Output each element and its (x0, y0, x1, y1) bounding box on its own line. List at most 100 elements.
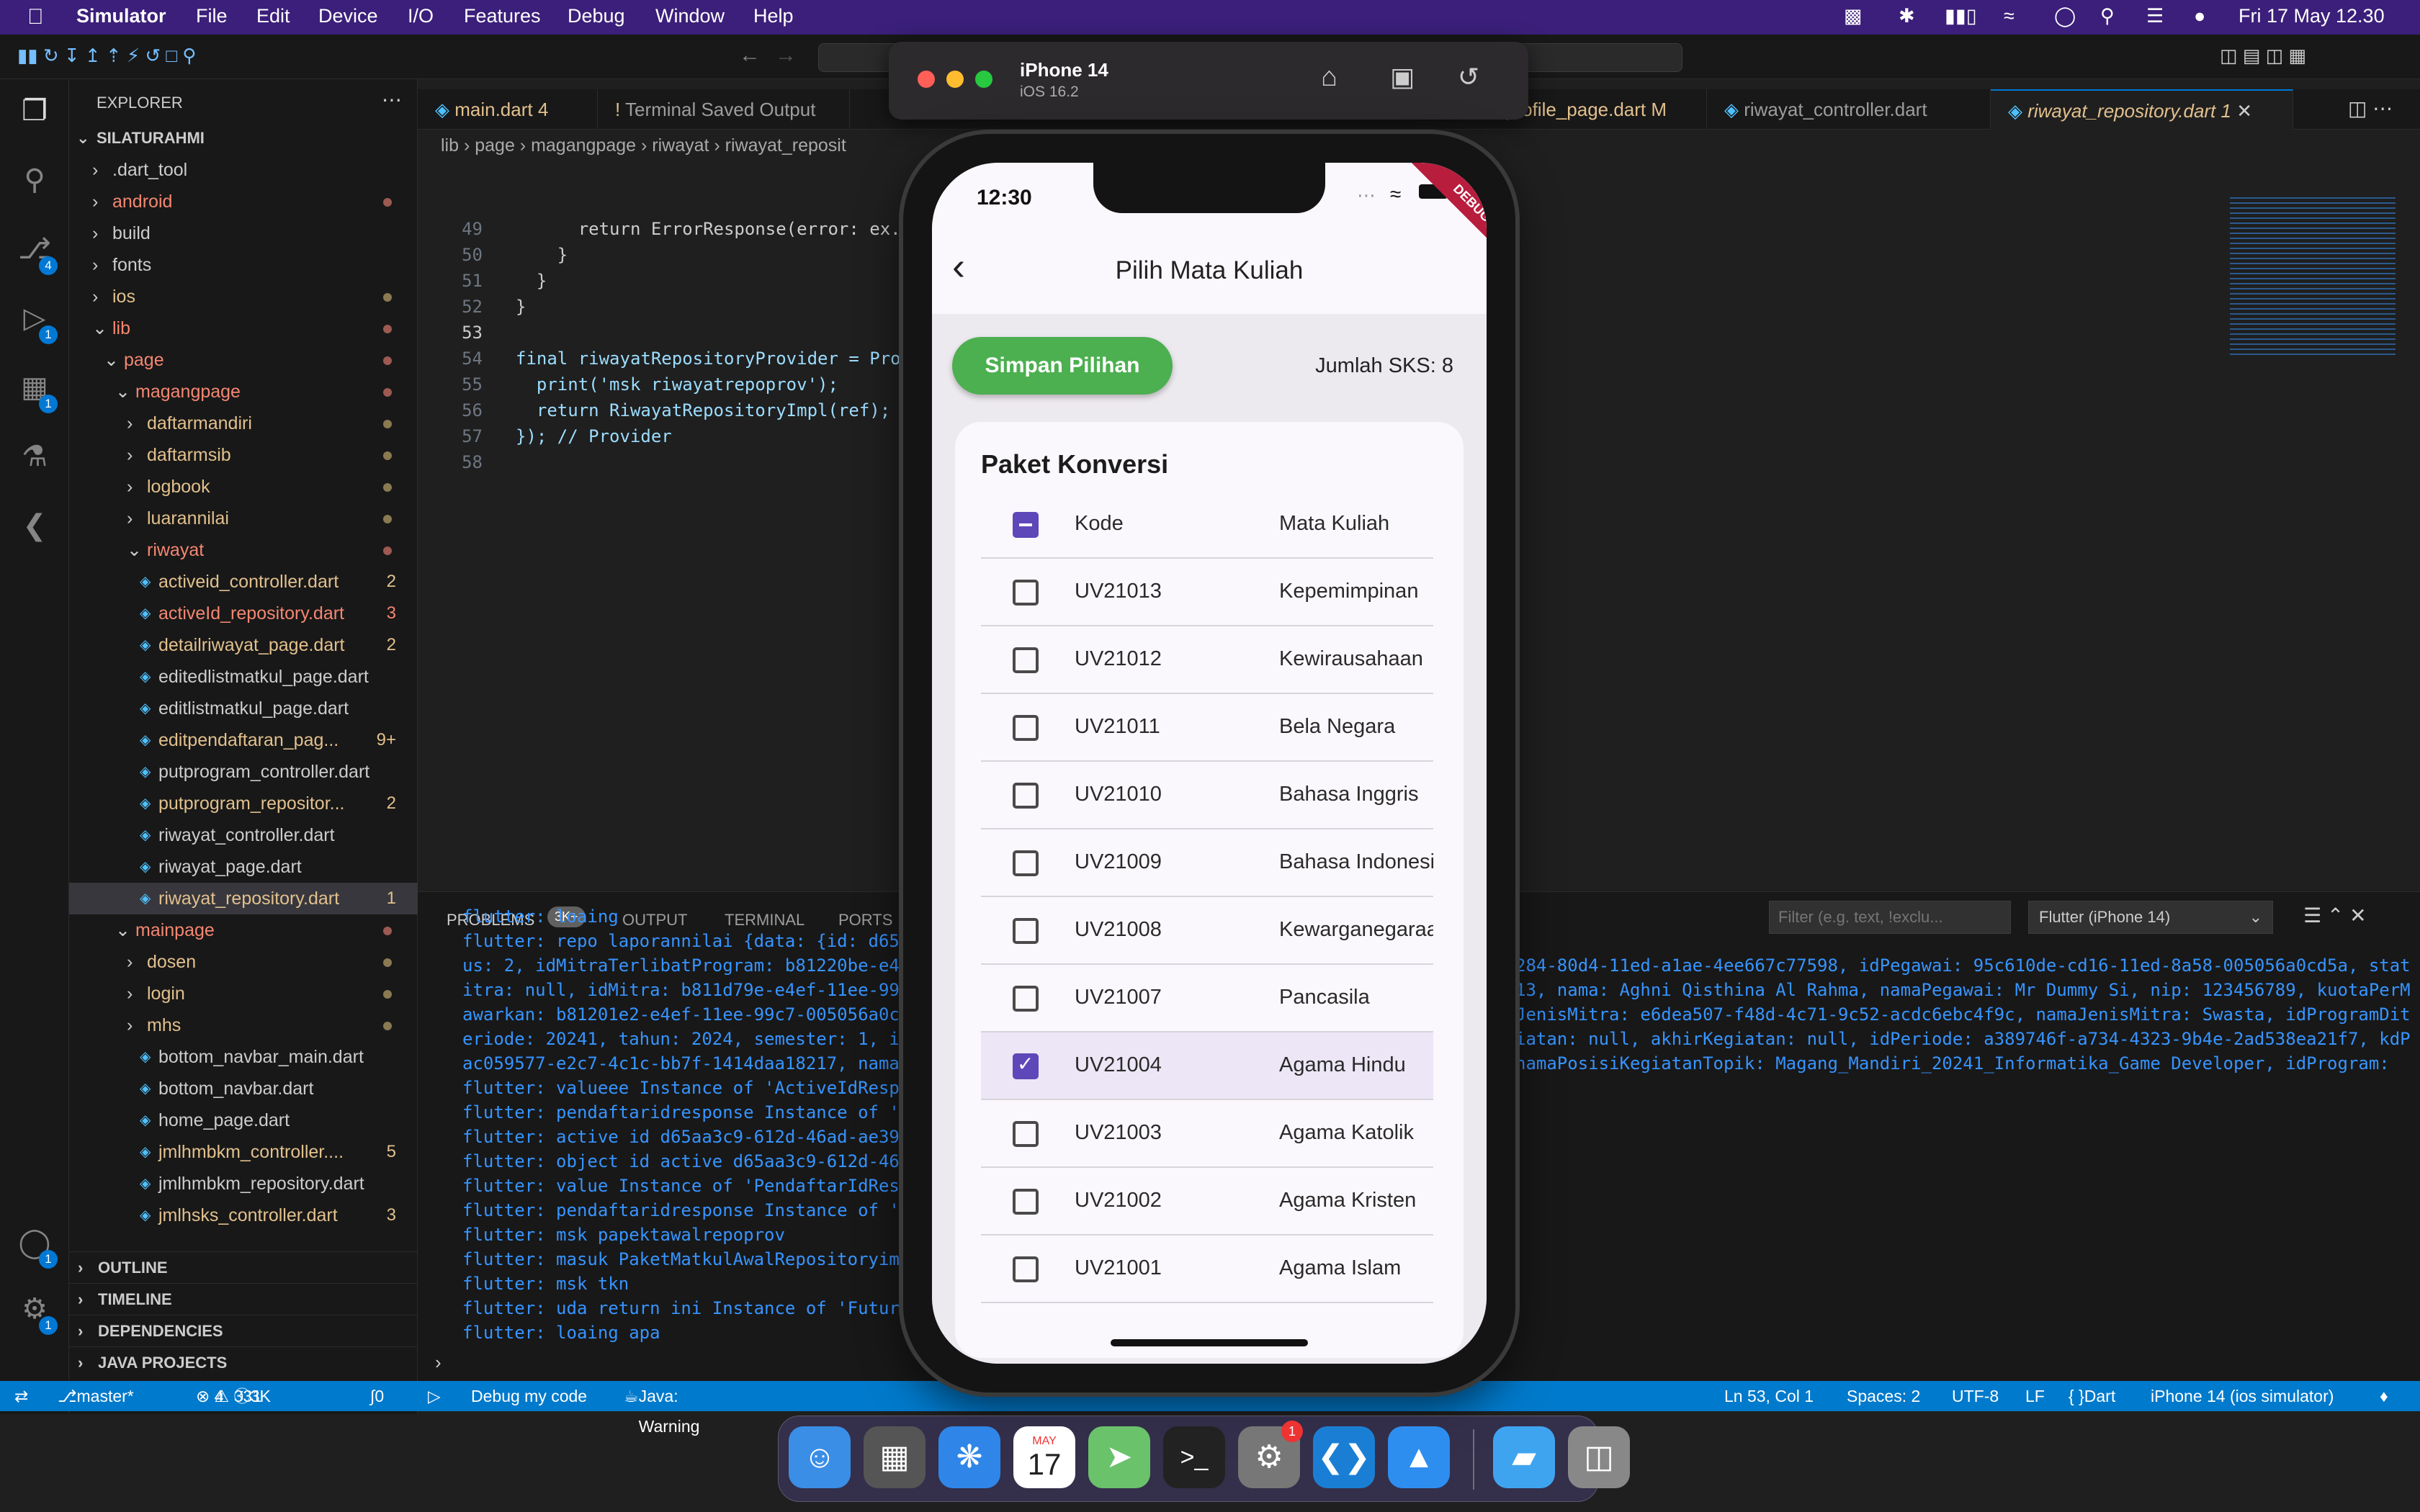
flutter-device[interactable]: iPhone 14 (ios simulator) (2151, 1381, 2334, 1411)
apple-icon[interactable]:  (27, 5, 44, 30)
course-checkbox[interactable] (1013, 918, 1039, 944)
battery-icon[interactable]: ▮▮▯ (1945, 5, 1977, 27)
wifi-icon[interactable]: ≈ (2004, 5, 2015, 27)
git-branch[interactable]: ⎇ master* (58, 1381, 134, 1411)
ports-count[interactable]: ∫ 0 (370, 1381, 384, 1411)
course-row[interactable]: UV21009 Bahasa Indonesia (981, 829, 1433, 897)
indentation[interactable]: Spaces: 2 (1847, 1381, 1920, 1411)
folder-item[interactable]: › daftarmsib (69, 439, 418, 471)
nav-forward-icon[interactable]: → (775, 43, 797, 68)
file-item[interactable]: ◈ editpendaftaran_pag... 9+ (69, 724, 418, 756)
menu-window[interactable]: Window (655, 5, 725, 27)
java-status[interactable]: ☕ Java: Warning (624, 1381, 699, 1436)
explorer-icon[interactable]: ❐ (17, 94, 52, 128)
course-checkbox[interactable] (1013, 986, 1039, 1012)
panel-actions-icons[interactable]: ☰ ⌃ ✕ (2303, 904, 2367, 927)
debug-toolbar-icons[interactable]: ▮▮ ↻ ↧ ↥ ⇡ ⚡ ↺ □ ⚲ (17, 45, 196, 67)
folder-item[interactable]: › login (69, 978, 418, 1009)
nav-back-icon[interactable]: ← (739, 43, 761, 68)
minimap[interactable] (2230, 197, 2396, 356)
breadcrumb-lib[interactable]: lib (441, 135, 459, 156)
file-item[interactable]: ◈ activeId_repository.dart 3 (69, 598, 418, 629)
output-filter-input[interactable] (1769, 901, 2011, 934)
course-checkbox[interactable] (1013, 1121, 1039, 1147)
course-row[interactable]: ✓ UV21004 Agama Hindu (981, 1032, 1433, 1100)
course-checkbox[interactable] (1013, 850, 1039, 876)
tab-main-dart[interactable]: ◈ main.dart 4 (418, 89, 598, 130)
course-row[interactable]: UV21010 Bahasa Inggris (981, 762, 1433, 829)
menu-debug[interactable]: Debug (568, 5, 625, 27)
menu-app-name[interactable]: Simulator (76, 5, 166, 27)
course-checkbox[interactable] (1013, 783, 1039, 809)
menu-io[interactable]: I/O (408, 5, 434, 27)
course-row[interactable]: UV21002 Agama Kristen (981, 1168, 1433, 1236)
remote-icon[interactable]: ⇄ (14, 1381, 28, 1411)
cursor-position[interactable]: Ln 53, Col 1 (1724, 1381, 1814, 1411)
file-item[interactable]: ◈ riwayat_repository.dart 1 (69, 883, 418, 914)
menubar-clock[interactable]: Fri 17 May 12.30 (2238, 5, 2385, 27)
course-row[interactable]: UV21013 Kepemimpinan (981, 559, 1433, 626)
tab-riwayat-repository[interactable]: ◈ riwayat_repository.dart 1 ✕ (1991, 89, 2293, 130)
course-checkbox[interactable] (1013, 715, 1039, 741)
simulator-icon[interactable]: ▲ (1388, 1426, 1450, 1488)
course-row[interactable]: UV21001 Agama Islam (981, 1236, 1433, 1303)
file-item[interactable]: ◈ putprogram_controller.dart (69, 756, 418, 788)
output-channel-select[interactable]: Flutter (iPhone 14) ⌄ (2028, 901, 2273, 934)
explorer-more-icon[interactable]: ⋯ (382, 88, 402, 112)
problems-summary[interactable]: ⊗ 4 ⚠ 331 ⓘ 3K (196, 1381, 271, 1411)
rotate-icon[interactable]: ↺ (1458, 62, 1479, 92)
home-indicator[interactable] (1111, 1339, 1308, 1346)
file-item[interactable]: ◈ riwayat_controller.dart (69, 819, 418, 851)
notifications-bell-icon[interactable]: ♦ (2380, 1381, 2388, 1411)
section-dependencies[interactable]: › DEPENDENCIES (69, 1315, 418, 1346)
file-item[interactable]: ◈ jmlhmbkm_controller.... 5 (69, 1136, 418, 1168)
debug-config[interactable]: Debug my code (471, 1381, 587, 1411)
section-outline[interactable]: › OUTLINE (69, 1251, 418, 1283)
folder-item[interactable]: › android (69, 186, 418, 217)
maps-icon[interactable]: ➤ (1088, 1426, 1150, 1488)
panel-tab-ports[interactable]: PORTS (838, 911, 892, 930)
terminal-icon[interactable]: >_ (1163, 1426, 1225, 1488)
file-item[interactable]: ◈ bottom_navbar_main.dart (69, 1041, 418, 1073)
select-all-checkbox[interactable] (1013, 512, 1039, 538)
home-icon[interactable]: ⌂ (1321, 62, 1337, 93)
folder-item[interactable]: ⌄ magangpage (69, 376, 418, 408)
folder-item[interactable]: › build (69, 217, 418, 249)
course-checkbox[interactable] (1013, 1189, 1039, 1215)
file-item[interactable]: ◈ editlistmatkul_page.dart (69, 693, 418, 724)
debug-launch[interactable]: ▷ (428, 1381, 441, 1411)
section-java-projects[interactable]: › JAVA PROJECTS (69, 1346, 418, 1378)
menu-edit[interactable]: Edit (256, 5, 290, 27)
window-minimize-button[interactable] (946, 71, 964, 88)
menu-file[interactable]: File (196, 5, 228, 27)
bluetooth-icon[interactable]: ✱ (1899, 5, 1915, 27)
folder-item[interactable]: ⌄ page (69, 344, 418, 376)
file-item[interactable]: ◈ putprogram_repositor... 2 (69, 788, 418, 819)
folder-item[interactable]: › daftarmandiri (69, 408, 418, 439)
breadcrumb-magangpage[interactable]: magangpage (531, 135, 636, 156)
layout-toggle-icons[interactable]: ◫ ▤ ◫ ▦ (2220, 45, 2306, 67)
trash-icon[interactable]: ◫ (1568, 1426, 1630, 1488)
flutter-icon[interactable]: ❮ (17, 508, 52, 543)
folder-item[interactable]: › .dart_tool (69, 154, 418, 186)
folder-item[interactable]: › ios (69, 281, 418, 312)
file-item[interactable]: ◈ bottom_navbar.dart (69, 1073, 418, 1104)
screenshot-icon[interactable]: ▣ (1390, 62, 1415, 92)
tab-terminal-saved-output[interactable]: ! Terminal Saved Output (598, 89, 850, 130)
breadcrumb-file[interactable]: riwayat_reposit (725, 135, 846, 156)
launchpad-icon[interactable]: ▦ (864, 1426, 926, 1488)
save-selection-button[interactable]: Simpan Pilihan (952, 337, 1173, 395)
line-ending[interactable]: LF (2025, 1381, 2045, 1411)
close-tab-icon[interactable]: ✕ (2236, 100, 2252, 122)
breadcrumb-riwayat[interactable]: riwayat (652, 135, 709, 156)
course-checkbox[interactable] (1013, 647, 1039, 673)
course-checkbox[interactable] (1013, 580, 1039, 606)
window-close-button[interactable] (918, 71, 935, 88)
folder-item[interactable]: › logbook (69, 471, 418, 503)
course-row[interactable]: UV21012 Kewirausahaan (981, 626, 1433, 694)
course-row[interactable]: UV21003 Agama Katolik (981, 1100, 1433, 1168)
folder-item[interactable]: › mhs (69, 1009, 418, 1041)
menu-help[interactable]: Help (753, 5, 794, 27)
calendar-icon[interactable]: MAY 17 (1013, 1426, 1075, 1488)
search-icon[interactable]: ⚲ (17, 163, 52, 197)
